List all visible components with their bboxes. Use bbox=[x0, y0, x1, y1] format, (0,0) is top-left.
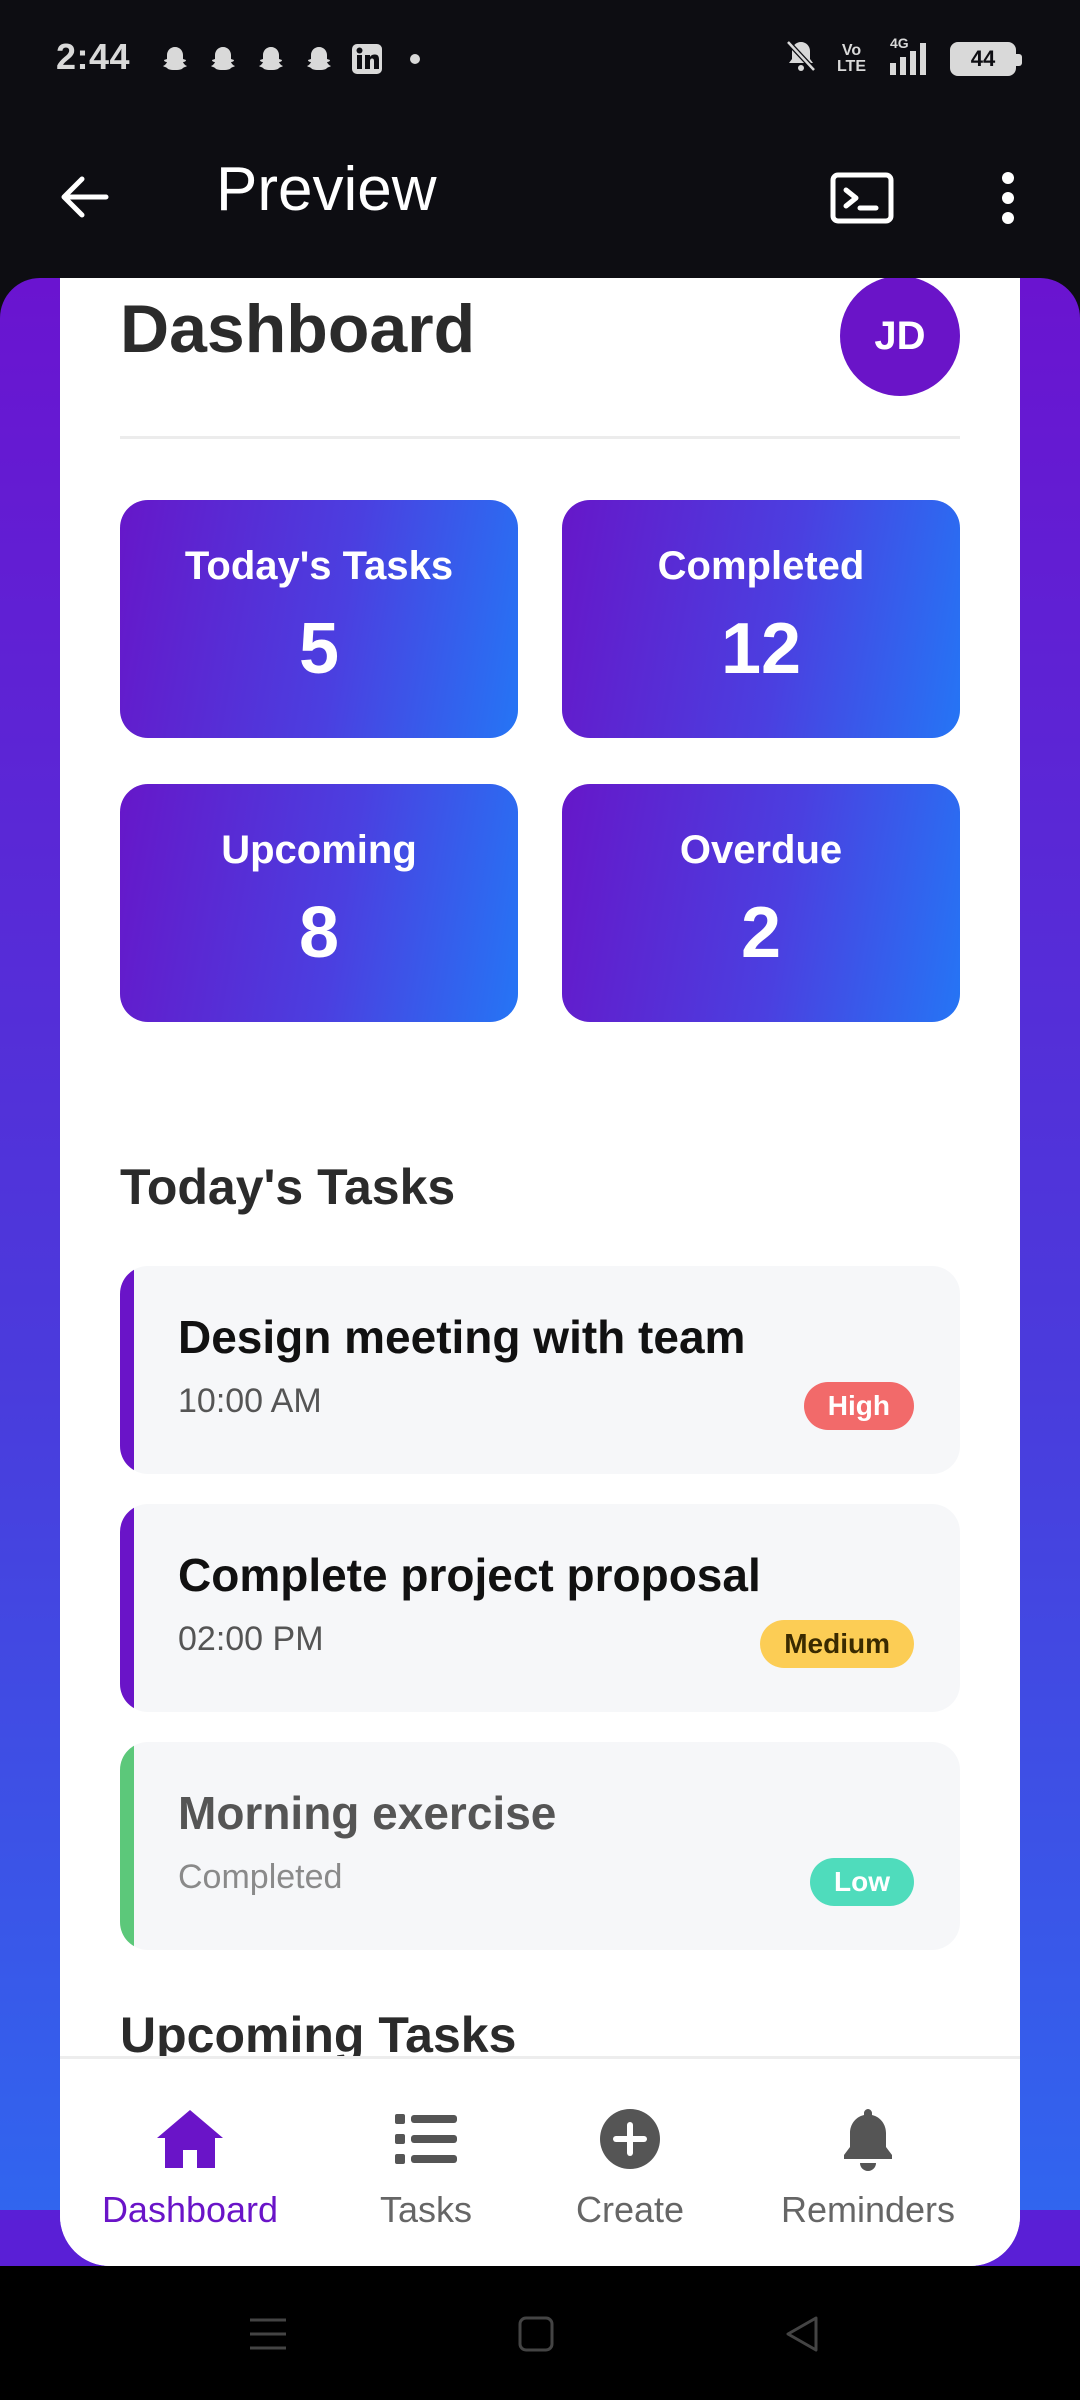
divider bbox=[120, 436, 960, 439]
recents-button[interactable] bbox=[238, 2310, 298, 2358]
stat-value: 12 bbox=[720, 609, 802, 689]
priority-badge: High bbox=[803, 1382, 914, 1430]
more-options-button[interactable] bbox=[978, 164, 1038, 232]
task-card[interactable]: Design meeting with team 10:00 AM High bbox=[120, 1266, 960, 1474]
task-time: 10:00 AM bbox=[178, 1382, 322, 1420]
stat-value: 5 bbox=[298, 609, 340, 689]
nav-item-tasks[interactable]: Tasks bbox=[356, 2059, 496, 2266]
volte-indicator: Vo LTE bbox=[836, 41, 866, 75]
status-bar: 2:44 Vo LTE 4G 44 bbox=[0, 0, 1080, 120]
priority-badge: Medium bbox=[760, 1620, 914, 1668]
task-title: Morning exercise bbox=[178, 1787, 557, 1839]
snapchat-icon bbox=[302, 42, 336, 76]
stat-card-todays-tasks[interactable]: Today's Tasks 5 bbox=[120, 500, 518, 738]
notification-icons bbox=[158, 42, 432, 76]
stat-label: Completed bbox=[657, 544, 865, 588]
app-title: Preview bbox=[216, 155, 437, 224]
stat-value: 8 bbox=[298, 893, 340, 973]
stat-label: Overdue bbox=[679, 828, 843, 872]
page-title: Dashboard bbox=[120, 291, 476, 367]
priority-bar bbox=[120, 1266, 134, 1474]
task-card[interactable]: Complete project proposal 02:00 PM Mediu… bbox=[120, 1504, 960, 1712]
app-bar: Preview bbox=[0, 120, 1080, 278]
priority-bar bbox=[120, 1504, 134, 1712]
triangle-back-icon bbox=[786, 2316, 818, 2352]
snapchat-icon bbox=[254, 42, 288, 76]
dot-icon bbox=[398, 42, 432, 76]
terminal-icon bbox=[830, 172, 894, 224]
nav-label: Tasks bbox=[379, 2189, 473, 2230]
signal-icon: 4G bbox=[884, 35, 932, 77]
plus-circle-icon bbox=[594, 2103, 666, 2175]
nav-label: Dashboard bbox=[101, 2189, 279, 2230]
task-status: Completed bbox=[178, 1858, 343, 1896]
stat-card-overdue[interactable]: Overdue 2 bbox=[562, 784, 960, 1022]
system-navigation-bar bbox=[0, 2266, 1080, 2400]
arrow-left-icon bbox=[61, 176, 109, 218]
home-icon bbox=[154, 2103, 226, 2175]
status-time: 2:44 bbox=[56, 36, 131, 77]
bell-icon bbox=[832, 2103, 904, 2175]
menu-icon bbox=[250, 2318, 286, 2350]
list-icon bbox=[390, 2103, 462, 2175]
back-nav-button[interactable] bbox=[772, 2310, 832, 2358]
dashboard-card: Dashboard JD Today's Tasks 5 Completed 1… bbox=[60, 278, 1020, 2266]
nav-label: Reminders bbox=[780, 2189, 956, 2230]
task-card[interactable]: Morning exercise Completed Low bbox=[120, 1742, 960, 1950]
bottom-navigation: Dashboard Tasks Create Reminders bbox=[60, 2056, 1020, 2266]
back-button[interactable] bbox=[52, 165, 116, 229]
stat-label: Today's Tasks bbox=[184, 544, 454, 588]
bell-off-icon bbox=[783, 38, 819, 79]
nav-item-dashboard[interactable]: Dashboard bbox=[100, 2059, 280, 2266]
priority-badge: Low bbox=[810, 1858, 914, 1906]
stat-label: Upcoming bbox=[221, 828, 417, 872]
avatar[interactable]: JD bbox=[840, 278, 960, 396]
home-button[interactable] bbox=[506, 2310, 566, 2358]
section-title-todays-tasks: Today's Tasks bbox=[120, 1159, 456, 1215]
task-title: Design meeting with team bbox=[178, 1311, 746, 1363]
terminal-button[interactable] bbox=[826, 166, 898, 230]
linkedin-icon bbox=[350, 42, 384, 76]
snapchat-icon bbox=[206, 42, 240, 76]
stat-card-upcoming[interactable]: Upcoming 8 bbox=[120, 784, 518, 1022]
more-vertical-icon bbox=[1002, 172, 1014, 224]
priority-bar bbox=[120, 1742, 134, 1950]
battery-indicator: 44 bbox=[950, 41, 1022, 76]
task-time: 02:00 PM bbox=[178, 1620, 324, 1658]
system-status-icons: Vo LTE 4G 44 bbox=[783, 35, 1022, 79]
stat-value: 2 bbox=[740, 893, 782, 973]
stat-card-completed[interactable]: Completed 12 bbox=[562, 500, 960, 738]
square-icon bbox=[518, 2316, 554, 2352]
nav-item-create[interactable]: Create bbox=[560, 2059, 700, 2266]
snapchat-icon bbox=[158, 42, 192, 76]
nav-label: Create bbox=[575, 2189, 685, 2230]
nav-item-reminders[interactable]: Reminders bbox=[768, 2059, 968, 2266]
task-title: Complete project proposal bbox=[178, 1549, 761, 1601]
